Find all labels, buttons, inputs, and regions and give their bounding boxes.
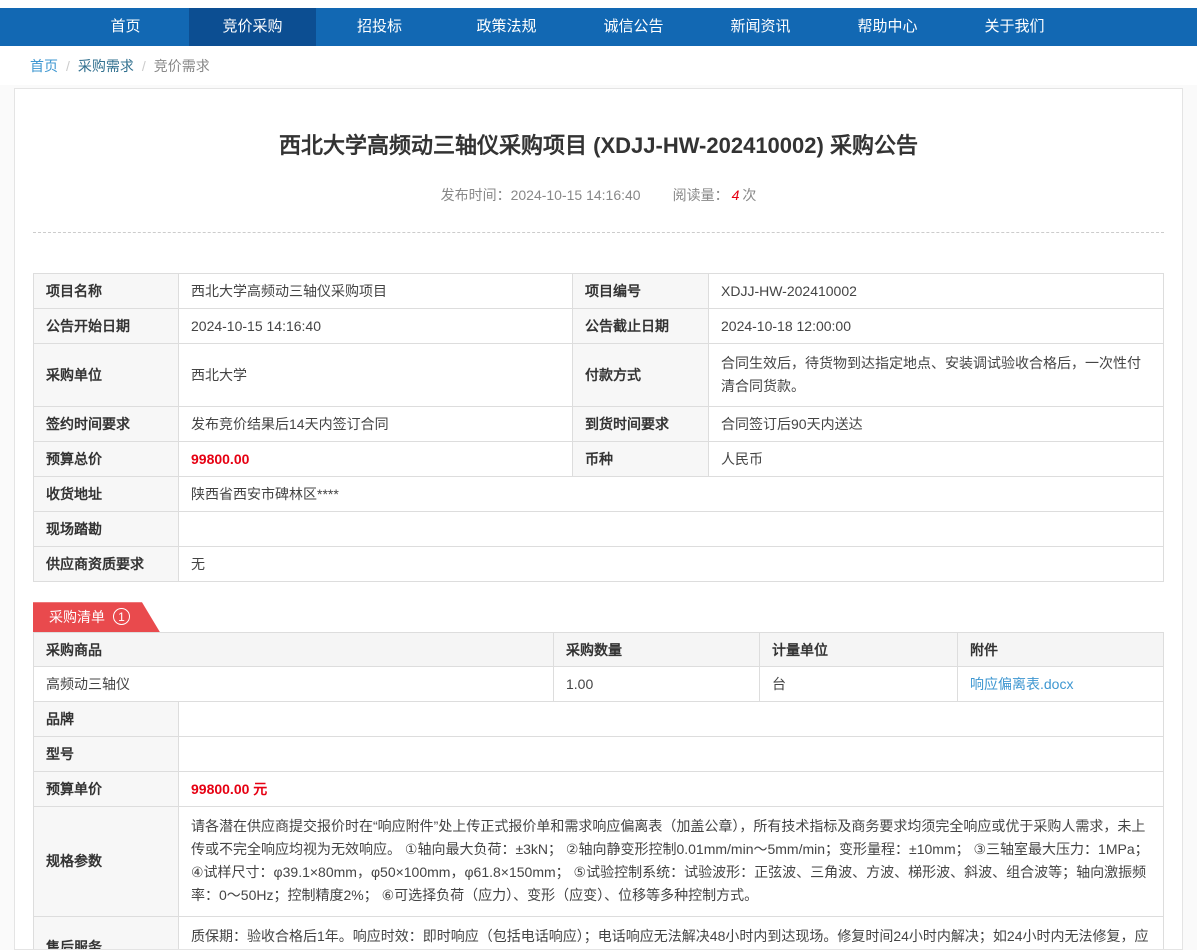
detail-label: 项目编号 [573, 274, 709, 309]
purchase-list-tag-label: 采购清单 [49, 609, 105, 625]
detail-label: 付款方式 [573, 344, 709, 407]
breadcrumb-item-1[interactable]: 采购需求 [78, 56, 134, 76]
detail-value: 2024-10-15 14:16:40 [179, 309, 573, 344]
nav-item-3[interactable]: 政策法规 [443, 8, 570, 46]
item-detail-value: 99800.00 元 [179, 772, 1164, 807]
item-detail-label: 规格参数 [34, 807, 179, 916]
detail-label: 签约时间要求 [34, 407, 179, 442]
dashed-divider [33, 232, 1164, 233]
item-attachment-cell: 响应偏离表.docx [958, 667, 1164, 702]
items-col-header-2: 计量单位 [760, 633, 958, 667]
item-quantity: 1.00 [554, 667, 760, 702]
detail-label: 现场踏勘 [34, 512, 179, 547]
purchase-list-tag-count: 1 [113, 608, 130, 625]
item-detail-label: 售后服务 [34, 916, 179, 950]
detail-value: 99800.00 [179, 442, 573, 477]
budget-unit-price: 99800.00 元 [191, 781, 267, 797]
budget-total-price: 99800.00 [191, 451, 249, 467]
detail-label: 币种 [573, 442, 709, 477]
detail-value: 2024-10-18 12:00:00 [709, 309, 1164, 344]
detail-label: 收货地址 [34, 477, 179, 512]
detail-value: 人民币 [709, 442, 1164, 477]
item-detail-value [179, 737, 1164, 772]
publish-time-value: 2024-10-15 14:16:40 [511, 187, 641, 203]
breadcrumb: 首页 / 采购需求 / 竞价需求 [0, 46, 1197, 85]
detail-value: 陕西省西安市碑林区**** [179, 477, 1164, 512]
detail-value [179, 512, 1164, 547]
detail-label: 到货时间要求 [573, 407, 709, 442]
views-count: 4 [732, 187, 740, 203]
nav-item-1[interactable]: 竞价采购 [189, 8, 316, 46]
item-detail-label: 型号 [34, 737, 179, 772]
item-detail-value [179, 702, 1164, 737]
detail-value: 发布竞价结果后14天内签订合同 [179, 407, 573, 442]
purchase-item-row: 高频动三轴仪1.00台响应偏离表.docx [34, 667, 1164, 702]
announcement-meta: 发布时间：2024-10-15 14:16:40 阅读量：4次 [33, 185, 1164, 205]
views-unit: 次 [742, 187, 756, 203]
item-unit: 台 [760, 667, 958, 702]
detail-label: 采购单位 [34, 344, 179, 407]
items-col-header-1: 采购数量 [554, 633, 760, 667]
items-col-header-0: 采购商品 [34, 633, 554, 667]
item-detail-table: 品牌型号预算单价 99800.00 元规格参数请各潜在供应商提交报价时在“响应附件… [33, 701, 1164, 950]
project-detail-table: 项目名称西北大学高频动三轴仪采购项目项目编号XDJJ-HW-202410002公… [33, 273, 1164, 582]
detail-label: 项目名称 [34, 274, 179, 309]
detail-label: 供应商资质要求 [34, 547, 179, 582]
detail-label: 预算总价 [34, 442, 179, 477]
purchase-items-table: 采购商品采购数量计量单位附件 高频动三轴仪1.00台响应偏离表.docx [33, 632, 1164, 702]
top-strip [0, 0, 1197, 8]
page-background: 西北大学高频动三轴仪采购项目 (XDJJ-HW-202410002) 采购公告 … [0, 85, 1197, 950]
announcement-card: 西北大学高频动三轴仪采购项目 (XDJJ-HW-202410002) 采购公告 … [14, 88, 1183, 950]
item-product: 高频动三轴仪 [34, 667, 554, 702]
breadcrumb-separator: / [66, 58, 70, 74]
item-detail-value: 请各潜在供应商提交报价时在“响应附件”处上传正式报价单和需求响应偏离表（加盖公章… [179, 807, 1164, 916]
attachment-link[interactable]: 响应偏离表.docx [970, 676, 1073, 692]
item-detail-label: 预算单价 [34, 772, 179, 807]
main-nav: 首页竞价采购招投标政策法规诚信公告新闻资讯帮助中心关于我们 [0, 8, 1197, 46]
detail-value: 无 [179, 547, 1164, 582]
breadcrumb-item-2: 竞价需求 [154, 56, 210, 76]
detail-value: 合同签订后90天内送达 [709, 407, 1164, 442]
views-label: 阅读量： [673, 187, 729, 203]
main-nav-list: 首页竞价采购招投标政策法规诚信公告新闻资讯帮助中心关于我们 [0, 8, 1197, 46]
items-col-header-3: 附件 [958, 633, 1164, 667]
nav-item-2[interactable]: 招投标 [316, 8, 443, 46]
purchase-list-tag: 采购清单 1 [33, 602, 160, 632]
breadcrumb-item-0[interactable]: 首页 [30, 56, 58, 76]
item-detail-value: 质保期：验收合格后1年。响应时效：即时响应（包括电话响应）；电话响应无法解决48… [179, 916, 1164, 950]
nav-item-4[interactable]: 诚信公告 [570, 8, 697, 46]
detail-value: 西北大学高频动三轴仪采购项目 [179, 274, 573, 309]
nav-item-5[interactable]: 新闻资讯 [697, 8, 824, 46]
publish-time-label: 发布时间： [441, 187, 511, 203]
detail-label: 公告开始日期 [34, 309, 179, 344]
item-detail-label: 品牌 [34, 702, 179, 737]
nav-item-6[interactable]: 帮助中心 [824, 8, 951, 46]
page-title: 西北大学高频动三轴仪采购项目 (XDJJ-HW-202410002) 采购公告 [33, 131, 1164, 161]
nav-item-0[interactable]: 首页 [62, 8, 189, 46]
breadcrumb-separator: / [142, 58, 146, 74]
detail-value: 合同生效后，待货物到达指定地点、安装调试验收合格后，一次性付清合同货款。 [709, 344, 1164, 407]
detail-value: XDJJ-HW-202410002 [709, 274, 1164, 309]
detail-label: 公告截止日期 [573, 309, 709, 344]
detail-value: 西北大学 [179, 344, 573, 407]
nav-item-7[interactable]: 关于我们 [951, 8, 1078, 46]
